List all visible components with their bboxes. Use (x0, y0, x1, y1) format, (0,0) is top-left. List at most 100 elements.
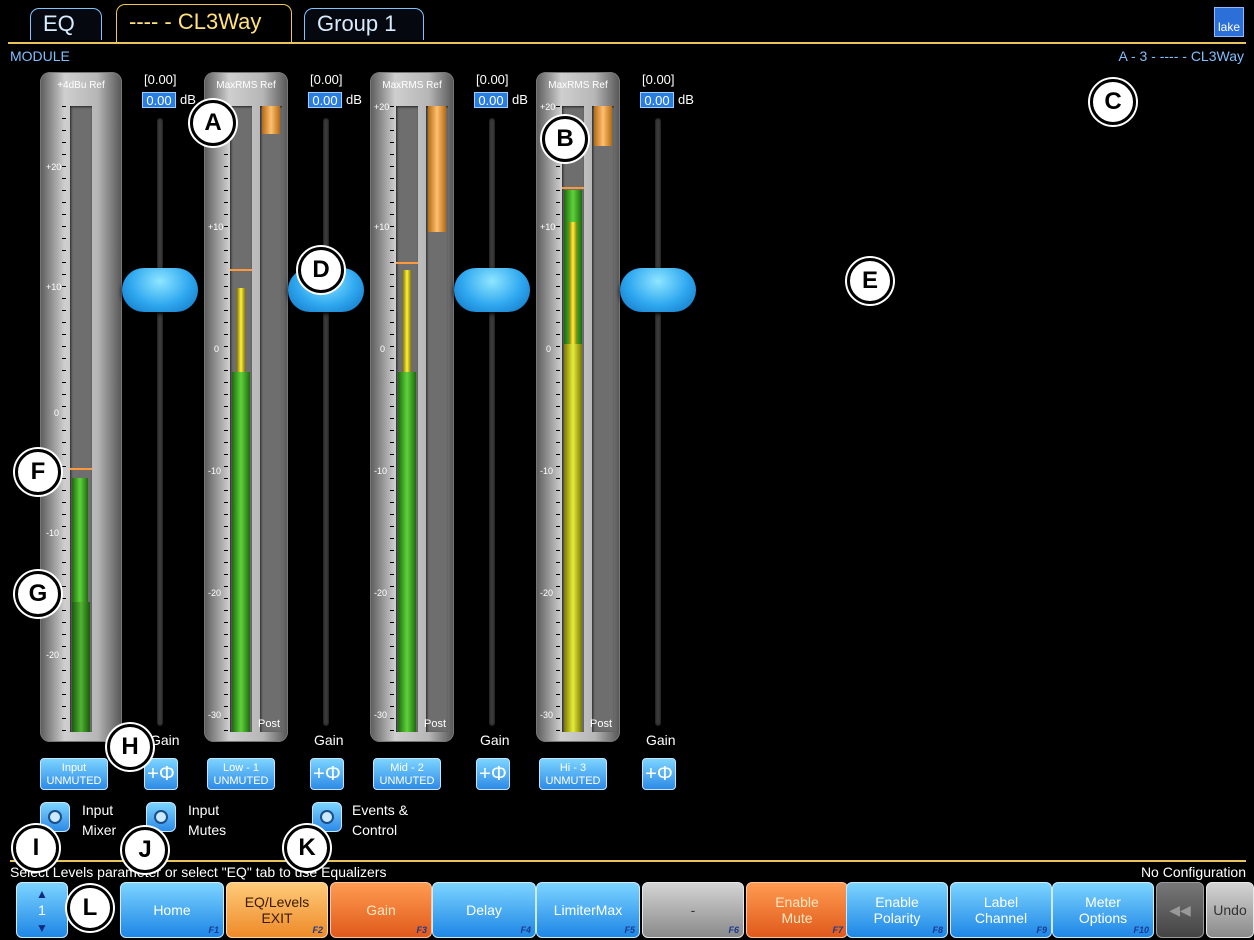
limiter-bar (262, 106, 280, 134)
channel-name: Mid - 2 (390, 762, 424, 774)
callout-d: D (298, 247, 344, 293)
hi-meter[interactable]: MaxRMS Ref +20 +10 0 -10 -20 -30 Post (536, 72, 620, 742)
fkey-label: EXIT (261, 910, 293, 926)
delay-button[interactable]: Delay F4 (432, 882, 536, 938)
tick-label: +20 (374, 102, 390, 112)
blank-function-button[interactable]: - F6 (642, 882, 744, 938)
tick-label: -20 (46, 650, 60, 660)
meter-scale (62, 106, 66, 732)
channel-state: UNMUTED (213, 775, 269, 787)
fkey-label: Options (1078, 910, 1128, 926)
tab-module-label: ---- - CL3Way (129, 9, 262, 34)
lens-icon (320, 810, 334, 824)
tick-label: +20 (46, 162, 62, 172)
callout-a: A (190, 100, 236, 146)
fkey-label: Enable (775, 894, 819, 910)
mid-meter[interactable]: MaxRMS Ref +20 +10 0 -10 -20 -30 Post (370, 72, 454, 742)
label-line: Control (352, 822, 398, 838)
label-line: Mixer (82, 822, 117, 838)
polarity-button[interactable]: +Φ (144, 758, 178, 790)
gain-fader-track[interactable] (655, 118, 661, 726)
undo-button[interactable]: Undo (1206, 882, 1254, 938)
channel-state: UNMUTED (545, 775, 601, 787)
meter-level-bar (398, 372, 416, 732)
peak-hold-marker (230, 269, 252, 271)
tick-label: -30 (374, 710, 388, 720)
fkey-hint: F3 (416, 925, 427, 935)
callout-j: J (122, 827, 168, 873)
tick-label: 0 (546, 344, 552, 354)
fkey-hint: F9 (1036, 925, 1047, 935)
label-line: Input (82, 802, 114, 818)
label-channel-button[interactable]: Label Channel F9 (950, 882, 1052, 938)
input-mute-button[interactable]: Input UNMUTED (40, 758, 108, 790)
rewind-button[interactable]: ◀◀ (1156, 882, 1204, 938)
peak-hold-marker (562, 187, 584, 189)
page-selector[interactable]: ▲ 1 ▼ (16, 882, 68, 938)
fkey-hint: F7 (832, 925, 843, 935)
enable-polarity-button[interactable]: Enable Polarity F8 (846, 882, 948, 938)
fkey-hint: F1 (208, 925, 219, 935)
tab-group-1[interactable]: Group 1 (304, 8, 424, 40)
callout-l: L (67, 885, 113, 931)
meter-ref-label: MaxRMS Ref (382, 80, 442, 91)
gain-fader-knob[interactable] (620, 268, 696, 312)
limiter-bar (594, 106, 612, 146)
tick-label: -10 (374, 466, 388, 476)
callout-k: K (284, 825, 330, 871)
gain-value-field[interactable]: 0.00 (640, 92, 674, 108)
gain-readout: [0.00] (310, 72, 343, 87)
tab-eq[interactable]: EQ (30, 8, 102, 40)
fkey-label: Delay (466, 902, 502, 918)
polarity-button[interactable]: +Φ (310, 758, 344, 790)
eq-levels-exit-button[interactable]: EQ/Levels EXIT F2 (226, 882, 328, 938)
tick-label: 0 (54, 408, 60, 418)
gain-value-field[interactable]: 0.00 (474, 92, 508, 108)
tab-underline (8, 42, 1246, 44)
polarity-button[interactable]: +Φ (642, 758, 676, 790)
input-mutes-label: Input Mutes (188, 800, 226, 840)
low-mute-button[interactable]: Low - 1 UNMUTED (207, 758, 275, 790)
gain-value-field[interactable]: 0.00 (142, 92, 176, 108)
module-label: MODULE (10, 48, 70, 64)
gain-fader-track[interactable] (157, 118, 163, 726)
fkey-hint: F10 (1133, 925, 1149, 935)
gain-fader-track[interactable] (489, 118, 495, 726)
enable-mute-button[interactable]: Enable Mute F7 (746, 882, 848, 938)
callout-g: G (15, 571, 61, 617)
fkey-hint: F6 (728, 925, 739, 935)
gain-button[interactable]: Gain F3 (330, 882, 432, 938)
tick-label: -20 (208, 588, 222, 598)
gain-value-field[interactable]: 0.00 (308, 92, 342, 108)
peak-hold-marker (396, 262, 418, 264)
module-path: A - 3 - ---- - CL3Way (1118, 48, 1245, 64)
callout-f: F (15, 449, 61, 495)
function-key-bar: ▲ 1 ▼ Home F1 EQ/Levels EXIT F2 Gain F3 D… (8, 880, 1254, 940)
limitermax-button[interactable]: LimiterMax F5 (536, 882, 640, 938)
fkey-hint: F8 (932, 925, 943, 935)
home-button[interactable]: Home F1 (120, 882, 224, 938)
low-meter[interactable]: MaxRMS Ref +10 0 -10 -20 -30 Post (204, 72, 288, 742)
undo-label: Undo (1213, 902, 1247, 918)
mid-mute-button[interactable]: Mid - 2 UNMUTED (373, 758, 441, 790)
tick-label: +10 (374, 222, 390, 232)
hi-mute-button[interactable]: Hi - 3 UNMUTED (539, 758, 607, 790)
tick-label: -30 (540, 710, 554, 720)
polarity-button[interactable]: +Φ (476, 758, 510, 790)
tab-module[interactable]: ---- - CL3Way (116, 4, 292, 42)
fkey-label: - (690, 902, 696, 918)
fkey-hint: F5 (624, 925, 635, 935)
post-label: Post (589, 718, 612, 730)
gain-fader-knob[interactable] (454, 268, 530, 312)
arrow-down-icon: ▼ (36, 921, 48, 935)
gain-fader-track[interactable] (323, 118, 329, 726)
meter-options-button[interactable]: Meter Options F10 (1052, 882, 1154, 938)
db-unit: dB (346, 92, 362, 107)
callout-e: E (847, 258, 893, 304)
channel-state: UNMUTED (46, 775, 102, 787)
db-unit: dB (678, 92, 694, 107)
fkey-label: Channel (974, 910, 1028, 926)
gain-fader-knob[interactable] (122, 268, 198, 312)
gain-label: Gain (646, 732, 676, 748)
input-meter[interactable]: +4dBu Ref +20 +10 0 -10 -20 (40, 72, 122, 742)
